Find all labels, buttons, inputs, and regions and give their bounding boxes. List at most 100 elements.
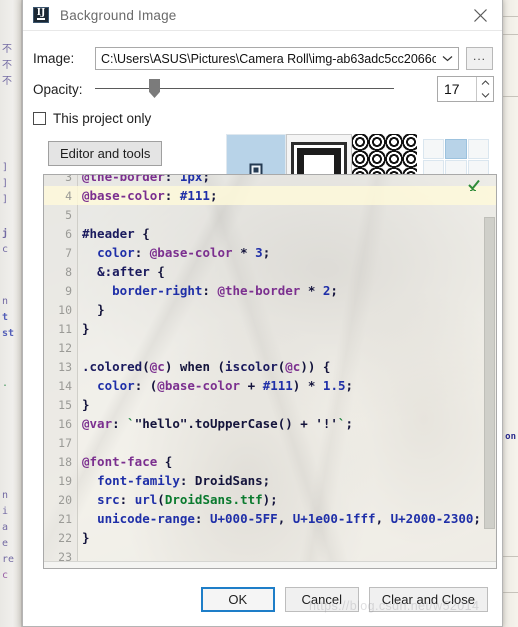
line-text[interactable]: color: (@base-color + #111) * 1.5; xyxy=(78,378,353,393)
code-line[interactable]: 16 @var: `"hello".toUpperCase() + '!'`; xyxy=(44,414,496,433)
code-line[interactable]: 6 #header { xyxy=(44,224,496,243)
line-text[interactable]: #header { xyxy=(78,226,150,241)
code-line[interactable]: 17 xyxy=(44,433,496,452)
line-text[interactable]: } xyxy=(78,321,90,336)
code-preview-vertical-scrollbar[interactable] xyxy=(484,217,495,529)
line-text[interactable]: @font-face { xyxy=(78,454,172,469)
code-preview-panel: 3 @the-border: 1px; 4 @base-color: #111; 5 6 #… xyxy=(43,174,497,569)
this-project-only-row[interactable]: This project only xyxy=(33,111,151,126)
cancel-button[interactable]: Cancel xyxy=(284,587,359,612)
this-project-only-label: This project only xyxy=(53,111,152,126)
code-line[interactable]: 19 font-family: DroidSans; xyxy=(44,471,496,490)
code-line[interactable]: 15} xyxy=(44,395,496,414)
bg-code-fragment: re xyxy=(2,554,15,565)
line-text[interactable] xyxy=(78,207,82,222)
code-line[interactable]: 9 border-right: @the-border * 2; xyxy=(44,281,496,300)
line-number: 4 xyxy=(65,189,72,203)
bg-code-fragment: j xyxy=(2,228,9,239)
bg-code-fragment: st xyxy=(2,328,15,339)
line-number: 5 xyxy=(65,208,72,222)
code-line[interactable]: 12 xyxy=(44,338,496,357)
code-line[interactable]: 13 .colored(@c) when (iscolor(@c)) { xyxy=(44,357,496,376)
line-number: 16 xyxy=(58,417,72,431)
line-text[interactable]: .colored(@c) when (iscolor(@c)) { xyxy=(78,359,330,374)
bg-code-fragment: ] xyxy=(2,162,9,173)
line-text[interactable]: } xyxy=(78,302,105,317)
code-line[interactable]: 14 color: (@base-color + #111) * 1.5; xyxy=(44,376,496,395)
code-line[interactable]: 3 @the-border: 1px; xyxy=(44,174,496,186)
bg-code-fragment: t xyxy=(2,312,9,323)
code-line[interactable]: 10 } xyxy=(44,300,496,319)
chevron-down-icon[interactable] xyxy=(442,48,453,69)
anchor-cell-top-left[interactable] xyxy=(423,139,445,159)
code-line[interactable]: 18 @font-face { xyxy=(44,452,496,471)
code-line[interactable]: 11} xyxy=(44,319,496,338)
code-line[interactable]: 22} xyxy=(44,528,496,547)
background-image-dialog: Background Image Image: C:\Users\ASUS\Pi… xyxy=(22,0,503,627)
chevron-up-icon[interactable] xyxy=(477,77,493,89)
code-line[interactable]: 7 color: @base-color * 3; xyxy=(44,243,496,262)
dialog-title: Background Image xyxy=(60,7,177,23)
bg-code-fragment: 不 xyxy=(2,60,12,71)
anchor-cell-top-right[interactable] xyxy=(467,139,489,159)
line-text[interactable]: font-family: DroidSans; xyxy=(78,473,270,488)
line-text[interactable]: @the-border: 1px; xyxy=(78,175,210,184)
close-icon[interactable] xyxy=(458,0,502,31)
this-project-only-checkbox[interactable] xyxy=(33,112,46,125)
line-text[interactable]: src: url(DroidSans.ttf); xyxy=(78,492,278,507)
opacity-value[interactable]: 17 xyxy=(438,77,476,101)
ok-button[interactable]: OK xyxy=(200,587,275,612)
line-number: 6 xyxy=(65,227,72,241)
bg-code-fragment: 不 xyxy=(2,76,12,87)
bg-code-fragment: c xyxy=(2,244,9,255)
bg-code-fragment: c xyxy=(2,570,9,581)
bg-code-fragment-right: on xyxy=(505,432,516,442)
code-line[interactable]: 5 xyxy=(44,205,496,224)
bg-code-fragment: n xyxy=(2,490,9,501)
line-text[interactable]: &:after { xyxy=(78,264,165,279)
opacity-stepper[interactable]: 17 xyxy=(437,76,494,102)
opacity-slider[interactable] xyxy=(95,78,394,100)
inspection-ok-checkmark-icon[interactable] xyxy=(467,178,481,192)
line-text[interactable]: @var: `"hello".toUpperCase() + '!'`; xyxy=(78,416,353,431)
line-number: 9 xyxy=(65,284,72,298)
line-number: 8 xyxy=(65,265,72,279)
line-text[interactable]: unicode-range: U+000-5FF, U+1e00-1fff, U… xyxy=(78,511,481,526)
opacity-row: Opacity: xyxy=(33,78,394,100)
image-path-combobox[interactable]: C:\Users\ASUS\Pictures\Camera Roll\img-a… xyxy=(95,47,459,70)
clear-and-close-button[interactable]: Clear and Close xyxy=(368,587,488,612)
bg-code-fragment: . xyxy=(2,378,9,389)
intellij-idea-icon xyxy=(33,7,49,23)
line-number: 3 xyxy=(65,174,72,184)
line-text[interactable] xyxy=(78,340,82,355)
slider-track[interactable] xyxy=(95,88,394,89)
image-label: Image: xyxy=(33,51,75,66)
line-number: 18 xyxy=(58,455,72,469)
code-line[interactable]: 4 @base-color: #111; xyxy=(44,186,496,205)
image-path-value[interactable]: C:\Users\ASUS\Pictures\Camera Roll\img-a… xyxy=(96,52,436,66)
line-text[interactable] xyxy=(78,435,82,450)
code-line[interactable]: 20 src: url(DroidSans.ttf); xyxy=(44,490,496,509)
line-number: 17 xyxy=(58,436,72,450)
line-text[interactable]: color: @base-color * 3; xyxy=(78,245,270,260)
line-number: 13 xyxy=(58,360,72,374)
dialog-button-bar: OK Cancel Clear and Close xyxy=(23,573,502,626)
line-number: 12 xyxy=(58,341,72,355)
line-text[interactable]: @base-color: #111; xyxy=(78,188,218,203)
dialog-titlebar: Background Image xyxy=(23,0,502,31)
code-lines[interactable]: 3 @the-border: 1px; 4 @base-color: #111; 5 6 #… xyxy=(44,175,496,568)
line-text[interactable]: } xyxy=(78,530,90,545)
line-text[interactable]: div.class > p, p ~ ul, input [type="radi… xyxy=(78,568,421,569)
line-text[interactable]: } xyxy=(78,397,90,412)
anchor-cell-top-center[interactable] xyxy=(445,139,467,159)
bg-code-fragment: e xyxy=(2,538,9,549)
code-line[interactable]: 8 &:after { xyxy=(44,262,496,281)
slider-thumb[interactable] xyxy=(149,79,160,98)
line-text[interactable]: border-right: @the-border * 2; xyxy=(78,283,338,298)
code-line[interactable]: 21 unicode-range: U+000-5FF, U+1e00-1fff… xyxy=(44,509,496,528)
editor-and-tools-button[interactable]: Editor and tools xyxy=(48,141,163,166)
browse-button[interactable]: ... xyxy=(466,47,493,70)
chevron-down-icon[interactable] xyxy=(477,89,493,101)
line-number: 7 xyxy=(65,246,72,260)
line-number: 14 xyxy=(58,379,72,393)
